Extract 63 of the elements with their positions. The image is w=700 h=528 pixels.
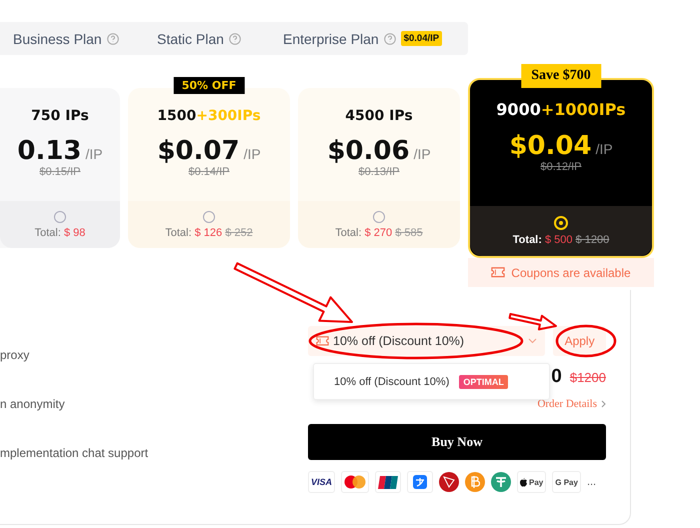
- apple-pay-card: Pay: [517, 471, 546, 493]
- radio-button[interactable]: [554, 216, 568, 230]
- chevron-right-icon: [601, 400, 606, 408]
- more-text: ...: [586, 476, 596, 488]
- total-price: Total: $ 126 $ 252: [165, 226, 253, 238]
- unit-label: /IP: [414, 146, 431, 162]
- ticket-icon: [316, 336, 329, 346]
- annotation-ellipse: [556, 324, 616, 358]
- unit-label: /IP: [86, 146, 103, 162]
- total-price: Total: $ 500 $ 1200: [512, 234, 610, 246]
- bitcoin-icon: [465, 472, 486, 492]
- visa-card: VISA: [308, 471, 336, 493]
- radio-button[interactable]: [54, 210, 66, 222]
- radio-button[interactable]: [203, 210, 215, 222]
- offer-ribbon: Save $700: [521, 64, 601, 88]
- coupon-option[interactable]: 10% off (Discount 10%): [334, 376, 450, 388]
- unit-price: 0.13: [17, 136, 82, 166]
- buy-now-button[interactable]: Buy Now: [308, 424, 606, 460]
- unit-label: /IP: [596, 141, 613, 157]
- package-amount: 750 IPs: [31, 108, 89, 124]
- package-card[interactable]: 4500 IPs $0.06/IP $0.13/IP Total: $ 270 $ 585: [298, 88, 460, 248]
- package-card[interactable]: 1500+300IPs $0.07/IP $0.14/IP Total: $ 126 $ 252: [128, 88, 290, 248]
- help-icon[interactable]: [228, 32, 241, 44]
- package-amount: 9000+1000IPs: [496, 100, 626, 119]
- old-unit-price: $0.15/IP: [40, 166, 80, 178]
- feature-text: proxy: [0, 348, 30, 363]
- triangle-coin-icon: [439, 472, 460, 492]
- feature-text: mplementation chat support: [0, 446, 150, 461]
- plan-tab[interactable]: Static Plan: [144, 22, 270, 55]
- ticket-icon: [491, 267, 506, 278]
- old-unit-price: $0.13/IP: [358, 166, 400, 178]
- radio-button[interactable]: [373, 210, 385, 222]
- coupon-select[interactable]: 10% off (Discount 10%): [308, 326, 546, 356]
- old-unit-price: $0.12/IP: [540, 161, 582, 173]
- unit-label: /IP: [244, 146, 261, 162]
- package-amount: 1500+300IPs: [157, 108, 261, 124]
- unit-price: $0.06: [327, 136, 410, 166]
- coupon-notice-text: Coupons are available: [511, 266, 631, 280]
- help-icon[interactable]: [384, 32, 396, 44]
- wallet-icon: [413, 475, 428, 489]
- optimal-tag: OPTIMAL: [459, 374, 508, 388]
- package-amount: 4500 IPs: [345, 108, 413, 124]
- help-icon[interactable]: [106, 32, 119, 44]
- unit-price: $0.07: [157, 136, 240, 166]
- plan-tab[interactable]: Business Plan: [0, 22, 144, 55]
- unit-price: $0.04: [509, 131, 592, 161]
- chevron-down-icon: [528, 338, 538, 344]
- price-badge: $0.04/IP: [400, 31, 442, 46]
- circles-icon: [344, 475, 366, 489]
- tether-icon: [491, 472, 512, 492]
- plan-tab[interactable]: Enterprise Plan $0.04/IP: [270, 22, 468, 55]
- package-card[interactable]: 750 IPs 0.13/IP $0.15/IP Total: $ 98: [0, 88, 120, 248]
- offer-ribbon: 50% OFF: [174, 77, 244, 94]
- total-price: Total: $ 270 $ 585: [335, 226, 423, 238]
- apple-icon: [520, 478, 528, 486]
- feature-text: n anonymity: [0, 397, 66, 412]
- total-price: Total: $ 98: [34, 226, 86, 238]
- old-total-price: $1200: [570, 370, 606, 385]
- old-unit-price: $0.14/IP: [188, 166, 230, 178]
- stripes-icon: [378, 476, 398, 488]
- annotation-arrow: [508, 313, 557, 330]
- google-pay-card: G Pay: [552, 471, 581, 493]
- final-price: 0: [551, 366, 562, 388]
